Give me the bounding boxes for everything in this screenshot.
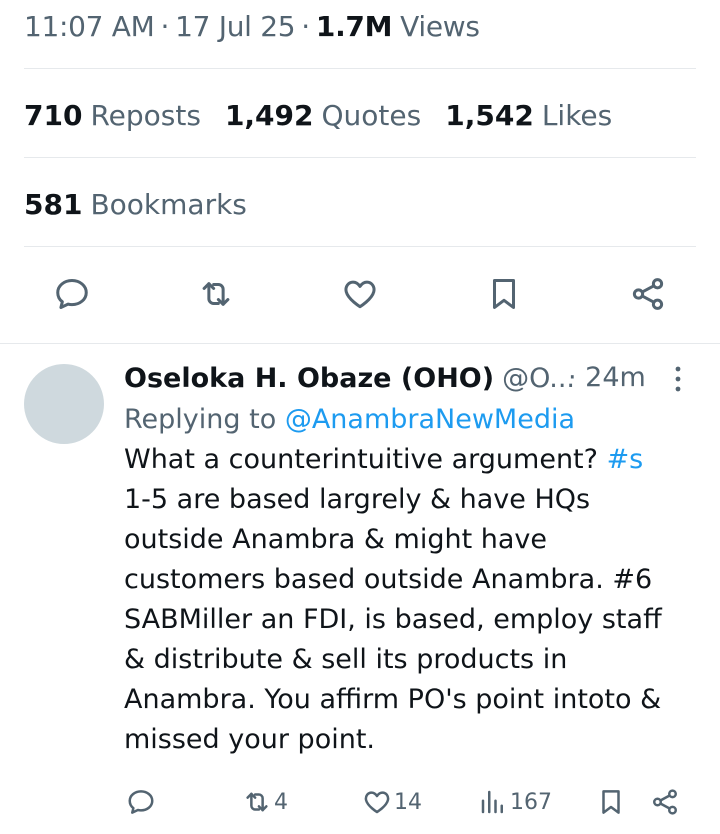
likes-stat[interactable]: 1,542 Likes bbox=[445, 99, 612, 132]
reply-like-count: 14 bbox=[394, 789, 422, 815]
divider bbox=[24, 246, 696, 247]
like-icon[interactable] bbox=[336, 270, 384, 318]
reply-time: · 24m bbox=[568, 362, 646, 393]
reply-repost-count: 4 bbox=[274, 789, 288, 815]
separator: · bbox=[301, 9, 310, 43]
reply-action-bar: 4 14 167 bbox=[0, 782, 720, 822]
avatar[interactable] bbox=[24, 364, 104, 444]
hashtag-link[interactable]: #s bbox=[607, 444, 644, 475]
reply-header: Oseloka H. Obaze (OHO) @O... · 24m bbox=[124, 356, 694, 400]
like-icon bbox=[364, 791, 390, 814]
reply-text-line: Anambra. You affirm PO's point intoto & bbox=[124, 684, 662, 715]
reposts-label: Reposts bbox=[90, 98, 201, 132]
reposts-count: 710 bbox=[24, 98, 83, 132]
reply-text-line: & distribute & sell its products in bbox=[124, 644, 568, 675]
bookmarks-label: Bookmarks bbox=[90, 187, 247, 221]
likes-count: 1,542 bbox=[445, 98, 534, 132]
author-handle[interactable]: @O... bbox=[502, 363, 575, 394]
tweet-meta: 11:07 AM · 17 Jul 25 · 1.7M Views bbox=[24, 6, 480, 46]
reply-views-count: 167 bbox=[510, 789, 552, 815]
views-label: Views bbox=[400, 9, 480, 43]
likes-label: Likes bbox=[541, 98, 613, 132]
reply-reply-button[interactable] bbox=[126, 782, 158, 822]
reply-text-line: missed your point. bbox=[124, 724, 376, 755]
engagement-stats: 710 Reposts 1,492 Quotes 1,542 Likes bbox=[24, 94, 636, 136]
replying-handle-link[interactable]: @AnambraNewMedia bbox=[285, 404, 575, 435]
author-name[interactable]: Oseloka H. Obaze (OHO) bbox=[124, 363, 494, 394]
tweet-date: 17 Jul 25 bbox=[175, 9, 296, 43]
reply-bookmark-button[interactable] bbox=[596, 782, 628, 822]
tweet-time: 11:07 AM bbox=[24, 9, 155, 43]
bookmark-icon[interactable] bbox=[480, 270, 528, 318]
tweet-action-bar bbox=[0, 270, 720, 320]
reply-share-button[interactable] bbox=[650, 782, 682, 822]
reply-text-line: What a counterintuitive argument? #s bbox=[124, 444, 644, 475]
quotes-stat[interactable]: 1,492 Quotes bbox=[225, 99, 421, 132]
share-icon bbox=[653, 789, 677, 815]
bookmarks-count: 581 bbox=[24, 187, 83, 221]
views-icon bbox=[481, 790, 503, 814]
more-options-icon[interactable] bbox=[670, 364, 686, 394]
bookmarks-stat[interactable]: 581 Bookmarks bbox=[24, 183, 247, 225]
reply-repost-button[interactable]: 4 bbox=[242, 782, 288, 822]
reply-text-line: customers based outside Anambra. #6 bbox=[124, 564, 653, 595]
bookmark-icon bbox=[602, 790, 620, 814]
replying-prefix: Replying to bbox=[124, 404, 277, 435]
reply-body: What a counterintuitive argument? #s 1-5… bbox=[124, 440, 684, 760]
reply-like-button[interactable]: 14 bbox=[362, 782, 422, 822]
share-icon[interactable] bbox=[624, 270, 672, 318]
views-count: 1.7M bbox=[315, 9, 393, 43]
reply-text-line: 1-5 are based largrely & have HQs bbox=[124, 484, 591, 515]
divider bbox=[24, 157, 696, 158]
reply-tweet[interactable]: Oseloka H. Obaze (OHO) @O... · 24m Reply… bbox=[124, 356, 694, 760]
reposts-stat[interactable]: 710 Reposts bbox=[24, 99, 201, 132]
reply-icon bbox=[128, 790, 154, 814]
separator: · bbox=[160, 9, 170, 43]
reply-text-line: outside Anambra & might have bbox=[124, 524, 548, 555]
quotes-count: 1,492 bbox=[224, 98, 314, 132]
repost-icon[interactable] bbox=[192, 270, 240, 318]
replying-to: Replying to @AnambraNewMedia bbox=[124, 400, 694, 440]
reply-text-line: SABMiller an FDI, is based, employ staff bbox=[124, 604, 662, 635]
repost-icon bbox=[246, 792, 268, 812]
divider bbox=[24, 68, 696, 69]
reply-icon[interactable] bbox=[48, 270, 96, 318]
quotes-label: Quotes bbox=[321, 98, 422, 132]
divider bbox=[0, 343, 720, 344]
reply-views-button[interactable]: 167 bbox=[478, 782, 552, 822]
